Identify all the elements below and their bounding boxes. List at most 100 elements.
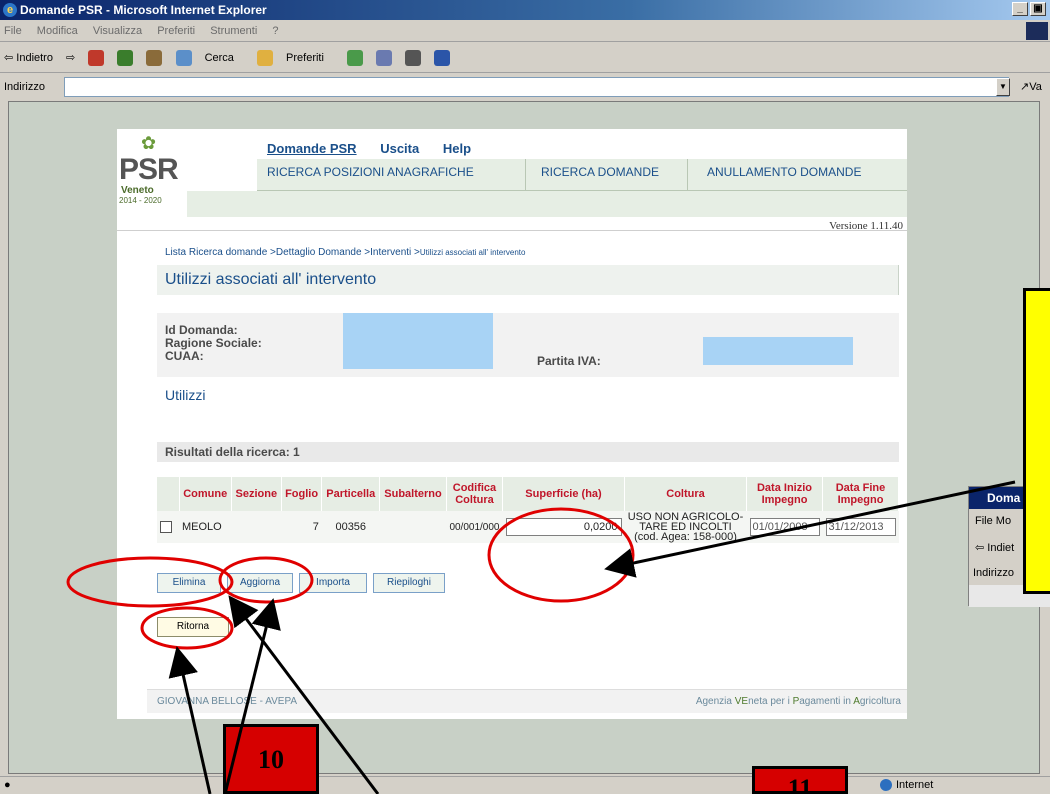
tab-anullamento-domande[interactable]: ANULLAMENTO DOMANDE <box>707 165 861 179</box>
cell-data-inizio: 01/01/2008 <box>746 511 823 543</box>
label-id-domanda: Id Domanda: <box>165 323 238 337</box>
cell-coltura: USO NON AGRICOLO-TARE ED INCOLTI (cod. A… <box>624 511 747 543</box>
menu-strumenti[interactable]: Strumenti <box>210 25 257 37</box>
browser-viewport: ✿ PSR Veneto 2014 - 2020 Domande PSR Usc… <box>8 101 1040 774</box>
go-button[interactable]: ↗Va <box>1020 74 1042 100</box>
label-ragione-sociale: Ragione Sociale: <box>165 336 262 350</box>
page-title: Utilizzi associati all' intervento <box>165 271 377 288</box>
forward-button[interactable]: ⇨ <box>66 52 75 64</box>
page-status-icon: ● <box>4 779 11 791</box>
elimina-button[interactable]: Elimina <box>157 573 221 593</box>
header-green-bar <box>187 191 907 217</box>
label-partita-iva: Partita IVA: <box>537 354 601 368</box>
redacted-value <box>343 313 493 369</box>
browser-toolbar: ⇦ Indietro ⇨ Cerca Preferiti <box>0 43 1050 73</box>
back-button[interactable]: ⇦ Indietro <box>4 52 53 64</box>
nav-uscita[interactable]: Uscita <box>380 141 419 156</box>
print-icon[interactable] <box>405 50 422 67</box>
history-icon[interactable] <box>347 50 363 67</box>
psr-page: ✿ PSR Veneto 2014 - 2020 Domande PSR Usc… <box>117 129 907 719</box>
col-codifica-coltura: Codifica Coltura <box>446 477 504 511</box>
nav-help[interactable]: Help <box>443 141 471 156</box>
importa-button[interactable]: Importa <box>299 573 367 593</box>
mail-icon[interactable] <box>376 50 393 67</box>
cell-superficie: 0,0200 <box>502 511 625 543</box>
nav-domande-psr[interactable]: Domande PSR <box>267 141 357 156</box>
favorites-button[interactable]: Preferiti <box>256 50 334 67</box>
cell-foglio: 7 <box>281 511 322 543</box>
aggiorna-button[interactable]: Aggiorna <box>227 573 293 593</box>
section-utilizzi: Utilizzi <box>165 387 206 403</box>
tab-ricerca-domande[interactable]: RICERCA DOMANDE <box>541 165 659 179</box>
address-bar: Indirizzo ▼ ↗Va <box>0 74 1050 100</box>
stop-icon[interactable] <box>88 50 105 67</box>
table-header-row: Comune Sezione Foglio Particella Subalte… <box>157 477 899 511</box>
word-icon[interactable] <box>434 50 451 67</box>
data-fine-input[interactable]: 31/12/2013 <box>825 518 896 536</box>
address-label: Indirizzo <box>4 81 45 93</box>
col-subalterno: Subalterno <box>379 477 447 511</box>
superficie-input[interactable]: 0,0200 <box>505 518 622 536</box>
cell-subalterno <box>379 511 447 543</box>
footer-user: GIOVANNA BELLOSE - AVEPA <box>157 696 298 707</box>
psr-logo: ✿ PSR Veneto 2014 - 2020 <box>119 133 181 205</box>
window-titlebar: e Domande PSR - Microsoft Internet Explo… <box>0 0 1050 20</box>
utilizzi-table: Comune Sezione Foglio Particella Subalte… <box>157 477 899 543</box>
search-icon <box>175 50 192 67</box>
results-count: Risultati della ricerca: 1 <box>157 442 899 462</box>
favorites-icon <box>256 50 273 67</box>
cell-comune: MEOLO <box>179 511 232 543</box>
second-window-menu[interactable]: File Mo <box>975 515 1011 527</box>
top-nav: Domande PSR Uscita Help <box>267 141 491 156</box>
cell-data-fine: 31/12/2013 <box>822 511 899 543</box>
footer-agency: Agenzia VEneta per i Pagamenti in Agrico… <box>696 690 901 714</box>
menu-help[interactable]: ? <box>272 25 278 37</box>
status-zone-label: Internet <box>896 779 934 791</box>
window-title: Domande PSR - Microsoft Internet Explore… <box>20 3 267 17</box>
window-controls: _ ▣ <box>1012 2 1046 16</box>
status-zone: Internet <box>880 779 934 792</box>
col-foglio: Foglio <box>281 477 323 511</box>
annotation-box-10: 10 <box>223 724 319 794</box>
breadcrumb-links[interactable]: Lista Ricerca domande >Dettaglio Domande… <box>165 247 420 258</box>
col-comune: Comune <box>179 477 232 511</box>
redacted-value <box>703 337 853 365</box>
address-dropdown-icon[interactable]: ▼ <box>996 78 1010 96</box>
col-superficie: Superficie (ha) <box>502 477 625 511</box>
maximize-button[interactable]: ▣ <box>1030 2 1046 16</box>
home-icon[interactable] <box>146 50 163 67</box>
tab-ricerca-posizioni[interactable]: RICERCA POSIZIONI ANAGRAFICHE <box>267 165 474 179</box>
tab-separator <box>525 159 526 191</box>
footer-agency-part: agamenti in <box>799 696 854 707</box>
address-input[interactable] <box>64 77 1009 97</box>
menu-preferiti[interactable]: Preferiti <box>157 25 195 37</box>
annotation-box-11: 11 <box>752 766 848 794</box>
col-coltura: Coltura <box>624 477 747 511</box>
row-checkbox[interactable] <box>160 521 172 534</box>
col-data-fine: Data Fine Impegno <box>822 477 899 511</box>
menu-visualizza[interactable]: Visualizza <box>93 25 142 37</box>
second-window-back[interactable]: ⇦ Indiet <box>975 541 1014 554</box>
go-label: Va <box>1029 81 1042 93</box>
menu-file[interactable]: File <box>4 25 22 37</box>
status-bar: ● Internet <box>0 776 1050 794</box>
data-inizio-input[interactable]: 01/01/2008 <box>749 518 820 536</box>
menu-modifica[interactable]: Modifica <box>37 25 78 37</box>
minimize-button[interactable]: _ <box>1012 2 1028 16</box>
search-button[interactable]: Cerca <box>175 50 244 67</box>
version-divider <box>117 217 907 231</box>
favorites-label: Preferiti <box>286 52 324 64</box>
riepiloghi-button[interactable]: Riepiloghi <box>373 573 445 593</box>
col-data-inizio: Data Inizio Impegno <box>746 477 823 511</box>
logo-veneto: Veneto <box>121 185 154 196</box>
second-window-address: Indirizzo <box>973 567 1014 579</box>
logo-psr: PSR <box>119 153 179 186</box>
col-sezione: Sezione <box>231 477 282 511</box>
cell-sezione <box>231 511 282 543</box>
breadcrumb-current: Utilizzi associati all' intervento <box>419 248 526 257</box>
cell-particella: 00356 <box>321 511 380 543</box>
internet-zone-icon <box>880 779 892 792</box>
refresh-icon[interactable] <box>117 50 134 67</box>
ritorna-button[interactable]: Ritorna <box>157 617 229 637</box>
footer-agency-part: neta per i <box>748 696 793 707</box>
